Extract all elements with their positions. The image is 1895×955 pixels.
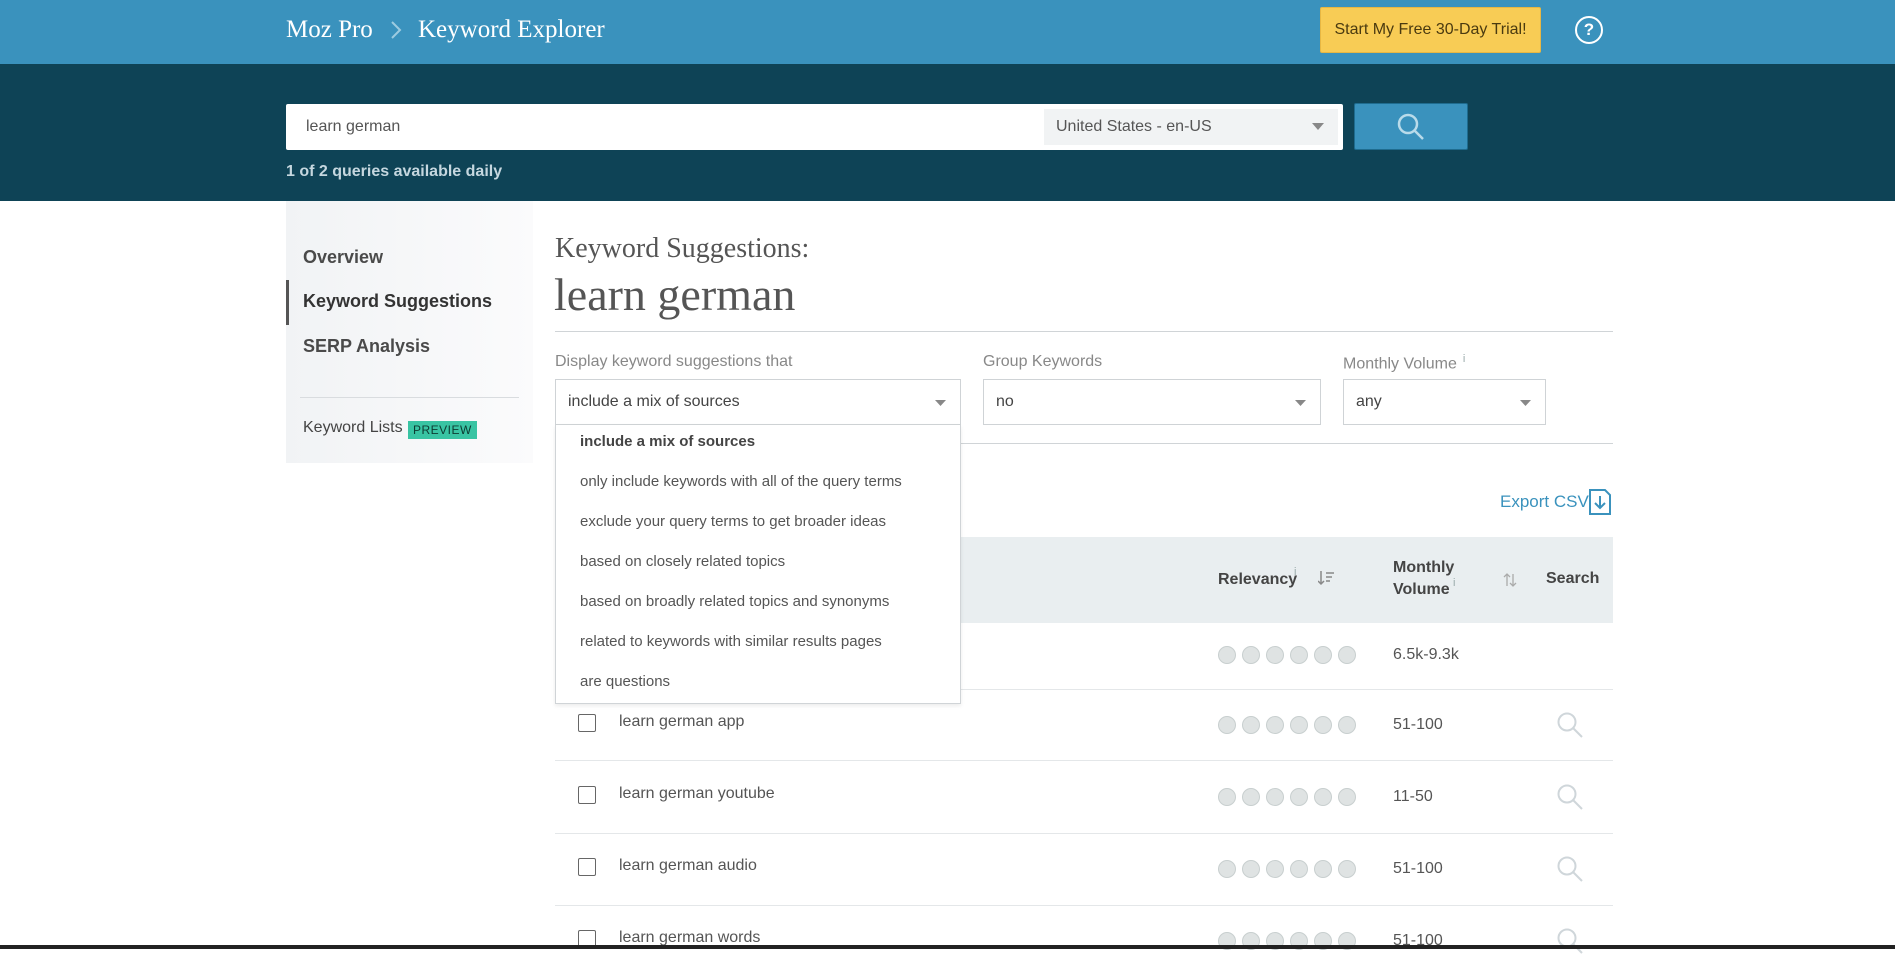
dropdown-option-broadly-related[interactable]: based on broadly related topics and syno…: [580, 593, 889, 610]
display-filter-value: include a mix of sources: [568, 393, 740, 410]
row-divider: [555, 760, 1613, 761]
row-checkbox[interactable]: [578, 858, 596, 876]
search-button[interactable]: [1354, 103, 1468, 150]
locale-value: United States - en-US: [1056, 118, 1212, 135]
monthly-volume-value: 51-100: [1393, 716, 1443, 733]
dropdown-option-mix-of-sources[interactable]: include a mix of sources: [580, 433, 755, 450]
preview-badge: PREVIEW: [408, 421, 477, 439]
monthly-volume-value: 6.5k-9.3k: [1393, 646, 1459, 663]
info-icon[interactable]: i: [1453, 577, 1455, 589]
monthly-volume-header-line1[interactable]: Monthly: [1393, 559, 1454, 577]
monthly-volume-value: 51-100: [1393, 860, 1443, 877]
search-icon[interactable]: [1556, 927, 1584, 955]
caret-down-icon: [1312, 123, 1324, 130]
info-icon[interactable]: i: [1463, 353, 1465, 365]
group-keywords-label: Group Keywords: [983, 353, 1103, 370]
sort-desc-icon[interactable]: [1318, 570, 1334, 586]
sidebar: Overview Keyword Suggestions SERP Analys…: [286, 201, 533, 463]
sidebar-item-keyword-lists[interactable]: Keyword Lists: [303, 419, 403, 437]
search-box: United States - en-US: [286, 104, 1343, 150]
dropdown-option-similar-results[interactable]: related to keywords with similar results…: [580, 633, 882, 650]
keyword-search-input[interactable]: [304, 104, 1004, 150]
monthly-volume-select[interactable]: any: [1343, 379, 1546, 425]
active-indicator: [286, 280, 289, 325]
search-icon[interactable]: [1556, 855, 1584, 883]
help-icon[interactable]: ?: [1575, 16, 1603, 44]
dropdown-option-exclude-query-terms[interactable]: exclude your query terms to get broader …: [580, 513, 886, 530]
window-bottom-edge: [0, 945, 1895, 949]
search-icon[interactable]: [1556, 711, 1584, 739]
monthly-volume-label: Monthly Volume i: [1343, 353, 1465, 373]
relevancy-dots: [1218, 860, 1356, 878]
group-keywords-value: no: [996, 393, 1014, 410]
keyword-text: learn german app: [619, 713, 745, 730]
divider: [555, 331, 1613, 332]
group-keywords-select[interactable]: no: [983, 379, 1321, 425]
relevancy-dots: [1218, 716, 1356, 734]
search-icon[interactable]: [1556, 783, 1584, 811]
locale-select[interactable]: United States - en-US: [1044, 109, 1338, 145]
queries-available-text: 1 of 2 queries available daily: [286, 163, 503, 180]
sidebar-item-serp-analysis[interactable]: SERP Analysis: [303, 336, 430, 357]
caret-down-icon: [935, 400, 946, 406]
row-divider: [555, 905, 1613, 906]
relevancy-dots: [1218, 646, 1356, 664]
breadcrumb-keyword-explorer[interactable]: Keyword Explorer: [418, 16, 605, 44]
display-filter-label: Display keyword suggestions that: [555, 353, 793, 370]
dropdown-option-closely-related[interactable]: based on closely related topics: [580, 553, 785, 570]
search-header: Search: [1546, 570, 1600, 587]
sidebar-item-keyword-suggestions[interactable]: Keyword Suggestions: [303, 291, 492, 312]
display-filter-select[interactable]: include a mix of sources: [555, 379, 961, 425]
top-header: Moz Pro Keyword Explorer Start My Free 3…: [0, 0, 1895, 64]
export-csv-link[interactable]: Export CSV: [1500, 492, 1589, 512]
keyword-text: learn german youtube: [619, 785, 775, 802]
row-checkbox[interactable]: [578, 714, 596, 732]
download-icon[interactable]: [1588, 488, 1612, 516]
sidebar-divider: [300, 397, 519, 398]
page-subtitle: Keyword Suggestions:: [555, 233, 810, 264]
display-filter-dropdown: include a mix of sources only include ke…: [555, 425, 961, 704]
row-checkbox[interactable]: [578, 786, 596, 804]
dropdown-option-questions[interactable]: are questions: [580, 673, 670, 690]
keyword-text: learn german audio: [619, 857, 757, 874]
monthly-volume-label-text: Monthly Volume: [1343, 355, 1457, 373]
monthly-volume-value: any: [1356, 393, 1382, 410]
sidebar-item-overview[interactable]: Overview: [303, 247, 383, 268]
page-title: learn german: [554, 269, 796, 320]
relevancy-header[interactable]: Relevancy: [1218, 571, 1297, 589]
caret-down-icon: [1295, 400, 1306, 406]
caret-down-icon: [1520, 400, 1531, 406]
sort-icon[interactable]: [1503, 573, 1517, 587]
dropdown-option-all-query-terms[interactable]: only include keywords with all of the qu…: [580, 473, 902, 490]
relevancy-dots: [1218, 788, 1356, 806]
monthly-volume-value: 11-50: [1393, 788, 1433, 805]
brand-link[interactable]: Moz Pro: [286, 16, 373, 44]
start-trial-button[interactable]: Start My Free 30-Day Trial!: [1320, 7, 1541, 53]
row-divider: [555, 833, 1613, 834]
chevron-right-icon: [391, 21, 402, 39]
info-icon[interactable]: i: [1294, 566, 1296, 578]
monthly-volume-header-line2[interactable]: Volume: [1393, 581, 1450, 599]
search-icon: [1397, 113, 1424, 140]
